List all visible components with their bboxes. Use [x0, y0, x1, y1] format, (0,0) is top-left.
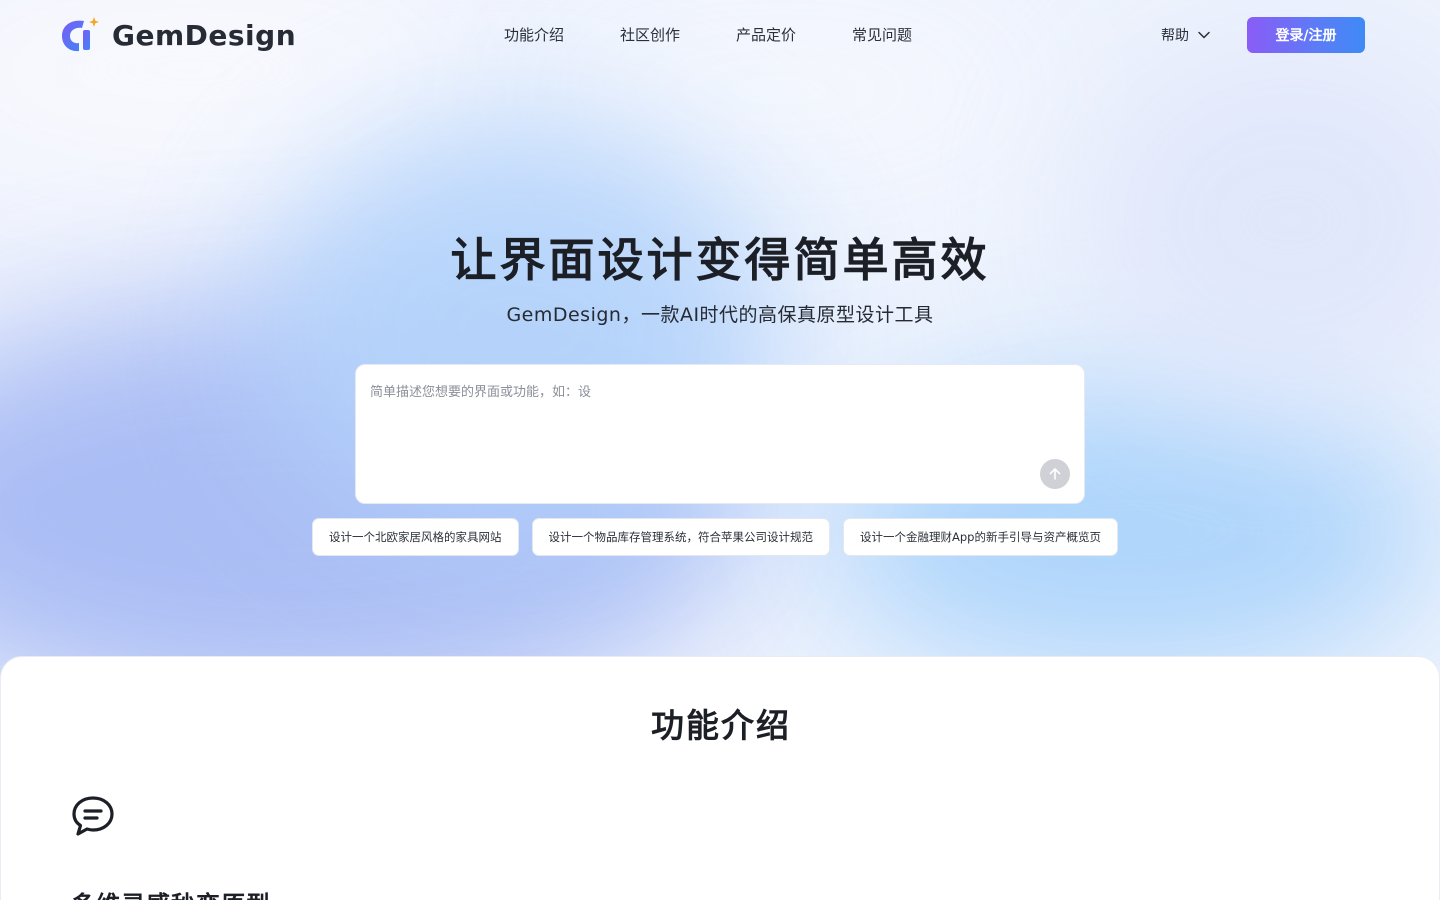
prompt-box	[355, 364, 1085, 504]
login-register-button[interactable]: 登录/注册	[1247, 17, 1365, 53]
chat-bubble-icon	[71, 794, 115, 838]
nav-item-features[interactable]: 功能介绍	[504, 24, 564, 45]
nav-item-faq[interactable]: 常见问题	[852, 24, 912, 45]
features-section: 功能介绍 多维灵感秒变原型	[0, 656, 1440, 900]
brand[interactable]: GemDesign	[60, 15, 296, 55]
main-nav: 功能介绍 社区创作 产品定价 常见问题	[504, 24, 912, 45]
suggestion-chips: 设计一个北欧家居风格的家具网站 设计一个物品库存管理系统，符合苹果公司设计规范 …	[312, 518, 1118, 556]
hero-title: 让界面设计变得简单高效	[450, 233, 990, 287]
brand-name: GemDesign	[112, 18, 297, 52]
hero-subtitle: GemDesign，一款AI时代的高保真原型设计工具	[506, 304, 934, 326]
top-header: GemDesign 功能介绍 社区创作 产品定价 常见问题 帮助 登录/注册	[0, 0, 1440, 70]
nav-item-community[interactable]: 社区创作	[620, 24, 680, 45]
nav-item-pricing[interactable]: 产品定价	[736, 24, 796, 45]
arrow-up-icon	[1049, 468, 1061, 480]
suggestion-chip-inventory[interactable]: 设计一个物品库存管理系统，符合苹果公司设计规范	[531, 518, 830, 556]
logo-icon	[60, 15, 100, 55]
suggestion-chip-finance[interactable]: 设计一个金融理财App的新手引导与资产概览页	[843, 518, 1118, 556]
features-title: 功能介绍	[651, 706, 791, 745]
feature-heading: 多维灵感秒变原型	[71, 885, 271, 900]
chevron-down-icon	[1198, 31, 1210, 39]
help-dropdown[interactable]: 帮助	[1161, 25, 1211, 45]
prompt-input[interactable]	[370, 381, 1030, 481]
hero-background	[0, 0, 1440, 680]
help-label: 帮助	[1161, 28, 1189, 44]
suggestion-chip-furniture[interactable]: 设计一个北欧家居风格的家具网站	[312, 518, 519, 556]
send-button[interactable]	[1040, 459, 1070, 489]
